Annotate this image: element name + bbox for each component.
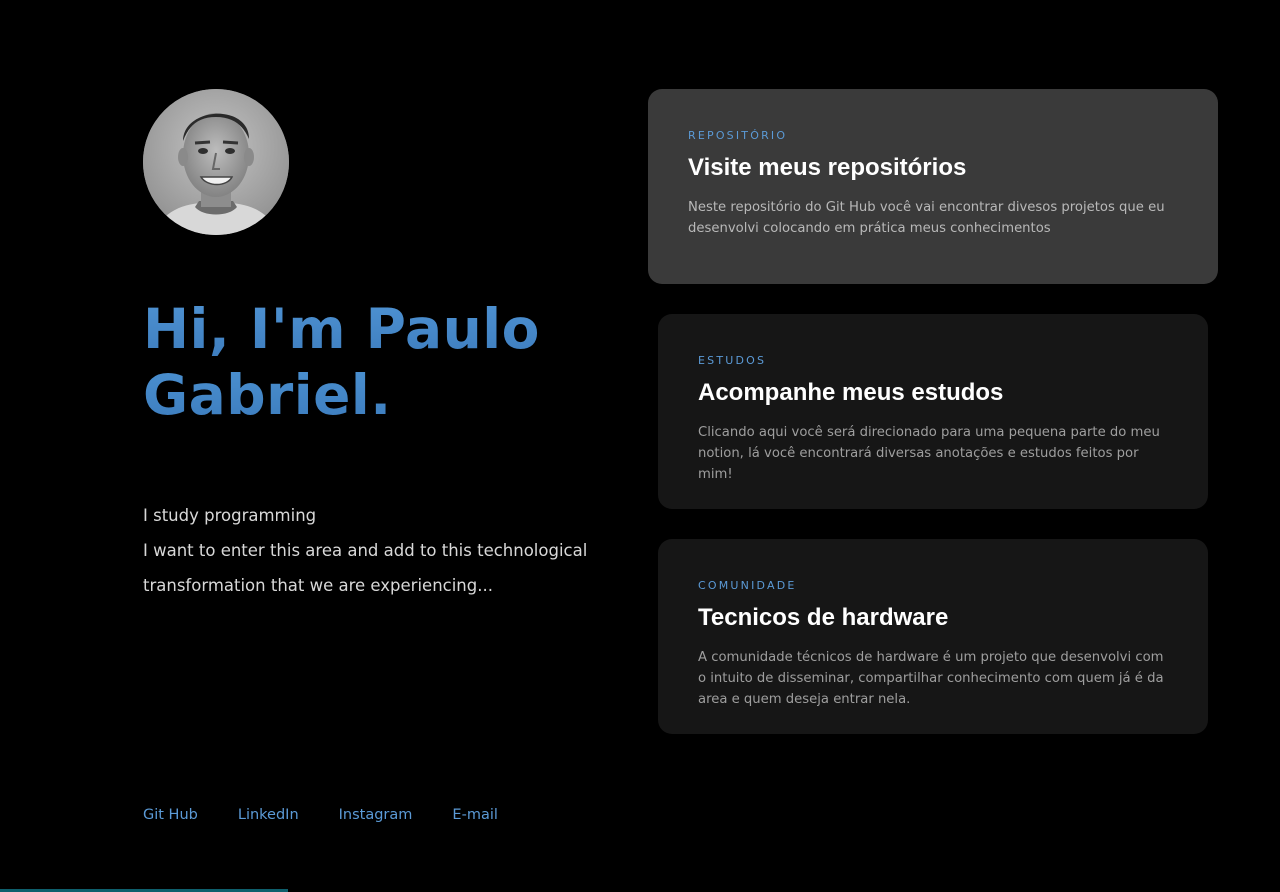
card-comunidade[interactable]: COMUNIDADE Tecnicos de hardware A comuni… xyxy=(658,539,1208,734)
instagram-link[interactable]: Instagram xyxy=(339,804,413,826)
avatar xyxy=(143,89,289,235)
card-title: Tecnicos de hardware xyxy=(698,604,949,631)
page: Hi, I'm Paulo Gabriel. I study programmi… xyxy=(0,0,1280,892)
card-estudos[interactable]: ESTUDOS Acompanhe meus estudos Clicando … xyxy=(658,314,1208,509)
profile-photo-icon xyxy=(143,89,289,235)
card-kicker: COMUNIDADE xyxy=(698,579,797,592)
card-title: Visite meus repositórios xyxy=(688,154,967,181)
linkedin-link[interactable]: LinkedIn xyxy=(238,804,299,826)
email-link[interactable]: E-mail xyxy=(452,804,497,826)
card-repositorio[interactable]: REPOSITÓRIO Visite meus repositórios Nes… xyxy=(648,89,1218,284)
card-description: Neste repositório do Git Hub você vai en… xyxy=(688,200,1165,236)
hero-title-line-1: Hi, I'm Paulo xyxy=(143,297,540,361)
card-kicker: REPOSITÓRIO xyxy=(688,129,788,142)
card-description: A comunidade técnicos de hardware é um p… xyxy=(698,650,1164,707)
github-link[interactable]: Git Hub xyxy=(143,804,198,826)
card-title: Acompanhe meus estudos xyxy=(698,379,1004,406)
bio: I study programming I want to enter this… xyxy=(143,498,623,603)
hero-title: Hi, I'm Paulo Gabriel. xyxy=(143,296,623,428)
hero-title-line-2: Gabriel. xyxy=(143,363,392,427)
social-links: Git Hub LinkedIn Instagram E-mail xyxy=(143,804,538,826)
card-description: Clicando aqui você será direcionado para… xyxy=(698,425,1160,482)
bio-line-2: I want to enter this area and add to thi… xyxy=(143,541,588,595)
card-kicker: ESTUDOS xyxy=(698,354,767,367)
bio-line-1: I study programming xyxy=(143,506,317,525)
